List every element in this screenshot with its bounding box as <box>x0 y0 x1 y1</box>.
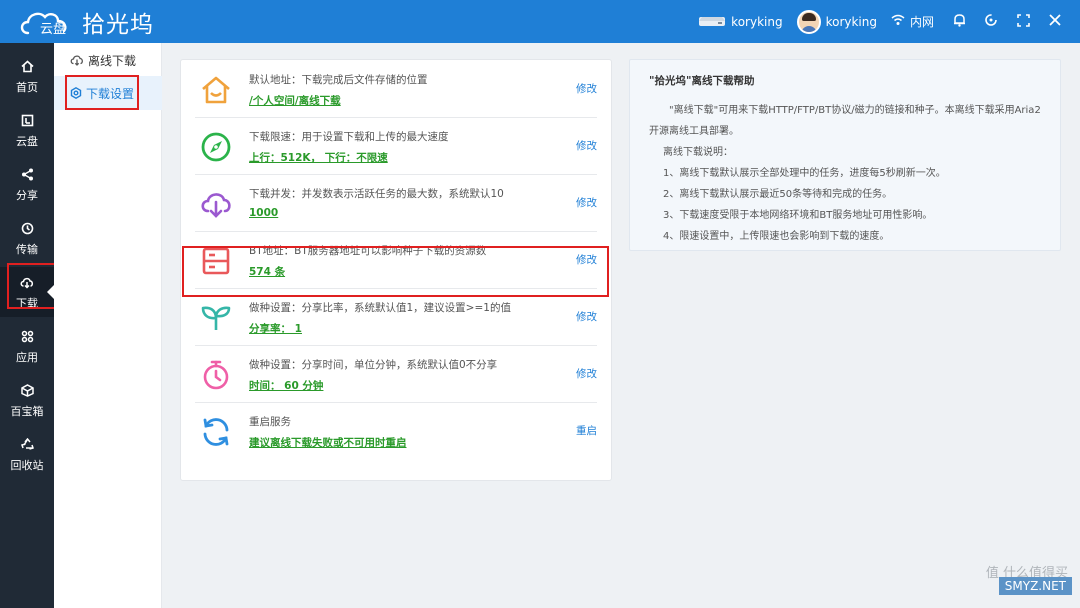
recycle-icon <box>20 436 34 454</box>
help-note: 4、限速设置中，上传限速也会影响到下载的速度。 <box>663 231 890 242</box>
bt-row-highlight-box <box>182 246 609 297</box>
modify-button[interactable]: 修改 <box>576 366 597 381</box>
share-icon <box>21 166 34 184</box>
close-icon <box>1049 14 1061 29</box>
help-note: 2、离线下载默认展示最近50条等待和完成的任务。 <box>663 189 893 200</box>
sub-nav: 离线下载 下载设置 <box>54 43 162 608</box>
fullscreen-icon <box>1016 13 1030 30</box>
setting-desc: 做种设置：分享时间，单位分钟，系统默认值0不分享 <box>249 359 498 371</box>
user-menu[interactable]: koryking <box>796 9 877 34</box>
bell-icon <box>953 13 966 30</box>
avatar <box>796 9 821 34</box>
help-intro-line: 开源离线工具部署。 <box>649 126 739 137</box>
modify-button[interactable]: 修改 <box>576 81 597 96</box>
nav-item-home[interactable]: 首页 <box>0 51 54 101</box>
nav-item-apps[interactable]: 应用 <box>0 321 54 371</box>
timer-icon <box>199 358 233 392</box>
home-icon <box>20 58 34 76</box>
wifi-icon <box>891 14 905 29</box>
nav-label: 分享 <box>16 188 38 202</box>
setting-value[interactable]: 上行：512K， 下行：不限速 <box>249 150 388 165</box>
sprout-icon <box>199 301 233 335</box>
nav-label: 百宝箱 <box>10 404 44 418</box>
cloud-logo-icon: 云盘 <box>18 7 76 37</box>
nav-label: 首页 <box>16 80 38 94</box>
setting-desc: 下载并发：并发数表示活跃任务的最大数，系统默认10 <box>249 188 504 200</box>
app-name: 拾光坞 <box>82 11 154 38</box>
nav-download-highlight-box <box>7 263 57 309</box>
watermark-badge: SMYZ.NET <box>998 577 1072 595</box>
restart-icon <box>199 415 233 449</box>
compass-icon <box>199 130 233 164</box>
network-status[interactable]: 内网 <box>891 13 934 30</box>
modify-button[interactable]: 修改 <box>576 195 597 210</box>
app-logo[interactable]: 云盘 拾光坞 <box>0 0 154 43</box>
setting-row-share-ratio: 做种设置：分享比率，系统默认值1，建议设置>=1的值 分享率： 1 修改 <box>195 289 597 346</box>
sub-item-offline-download[interactable]: 离线下载 <box>54 43 162 77</box>
top-bar: 云盘 拾光坞 koryking koryking 内网 <box>0 0 1080 43</box>
modify-button[interactable]: 修改 <box>576 309 597 324</box>
fullscreen-button[interactable] <box>1012 11 1034 33</box>
setting-desc: 下载限速：用于设置下载和上传的最大速度 <box>249 131 449 143</box>
nav-label: 应用 <box>16 350 38 364</box>
restart-button[interactable]: 重启 <box>576 423 597 438</box>
refresh-button[interactable] <box>980 11 1002 33</box>
nav-item-transfer[interactable]: 传输 <box>0 213 54 263</box>
nav-item-toolbox[interactable]: 百宝箱 <box>0 375 54 425</box>
home-icon <box>199 73 233 107</box>
close-button[interactable] <box>1044 11 1066 33</box>
nav-label: 云盘 <box>16 134 38 148</box>
help-title: "拾光坞"离线下载帮助 <box>649 75 755 87</box>
sub-item-label: 离线下载 <box>88 53 137 68</box>
setting-desc: 默认地址：下载完成后文件存储的位置 <box>249 74 428 86</box>
notification-button[interactable] <box>948 11 970 33</box>
nav-label: 回收站 <box>10 458 44 472</box>
toolbox-icon <box>20 382 34 400</box>
help-note: 1、离线下载默认展示全部处理中的任务，进度每5秒刷新一次。 <box>663 168 946 179</box>
nav-item-cloud[interactable]: 云盘 <box>0 105 54 155</box>
setting-row-default-path: 默认地址：下载完成后文件存储的位置 /个人空间/离线下载 修改 <box>195 61 597 118</box>
setting-row-speed-limit: 下载限速：用于设置下载和上传的最大速度 上行：512K， 下行：不限速 修改 <box>195 118 597 175</box>
device-name: koryking <box>731 14 783 29</box>
left-nav: 首页 云盘 分享 传输 下载 应用 百宝箱 回收站 <box>0 43 54 608</box>
device-selector[interactable]: koryking <box>698 12 783 31</box>
setting-value[interactable]: /个人空间/离线下载 <box>249 93 341 108</box>
user-name: koryking <box>825 14 877 29</box>
logo-small-text: 云盘 <box>40 21 67 37</box>
cloud-download-icon <box>199 187 233 221</box>
cloud-drive-icon <box>21 112 34 130</box>
sub-nav-highlight-box <box>65 75 139 110</box>
help-note: 3、下载速度受限于本地网络环境和BT服务地址可用性影响。 <box>663 210 933 221</box>
setting-desc: 做种设置：分享比率，系统默认值1，建议设置>=1的值 <box>249 302 511 314</box>
modify-button[interactable]: 修改 <box>576 138 597 153</box>
nas-device-icon <box>698 12 726 31</box>
transfer-icon <box>21 220 34 238</box>
refresh-icon <box>984 13 998 30</box>
setting-row-seed-time: 做种设置：分享时间，单位分钟，系统默认值0不分享 时间： 60 分钟 修改 <box>195 346 597 403</box>
setting-value[interactable]: 1000 <box>249 207 278 219</box>
nav-label: 传输 <box>16 242 38 256</box>
nav-item-recycle[interactable]: 回收站 <box>0 429 54 479</box>
network-label: 内网 <box>909 15 934 29</box>
nav-item-share[interactable]: 分享 <box>0 159 54 209</box>
setting-value[interactable]: 分享率： 1 <box>249 321 302 336</box>
setting-row-concurrency: 下载并发：并发数表示活跃任务的最大数，系统默认10 1000 修改 <box>195 175 597 232</box>
cloud-download-icon <box>70 54 84 66</box>
setting-value[interactable]: 建议离线下载失败或不可用时重启 <box>249 435 407 450</box>
help-notes-title: 离线下载说明： <box>663 147 733 158</box>
setting-row-restart-service: 重启服务 建议离线下载失败或不可用时重启 重启 <box>195 403 597 460</box>
apps-icon <box>21 328 34 346</box>
help-intro-line: "离线下载"可用来下载HTTP/FTP/BT协议/磁力的链接和种子。本离线下载采… <box>669 105 1041 116</box>
setting-desc: 重启服务 <box>249 416 291 428</box>
setting-value[interactable]: 时间： 60 分钟 <box>249 378 323 393</box>
help-panel: "拾光坞"离线下载帮助 "离线下载"可用来下载HTTP/FTP/BT协议/磁力的… <box>629 59 1061 251</box>
